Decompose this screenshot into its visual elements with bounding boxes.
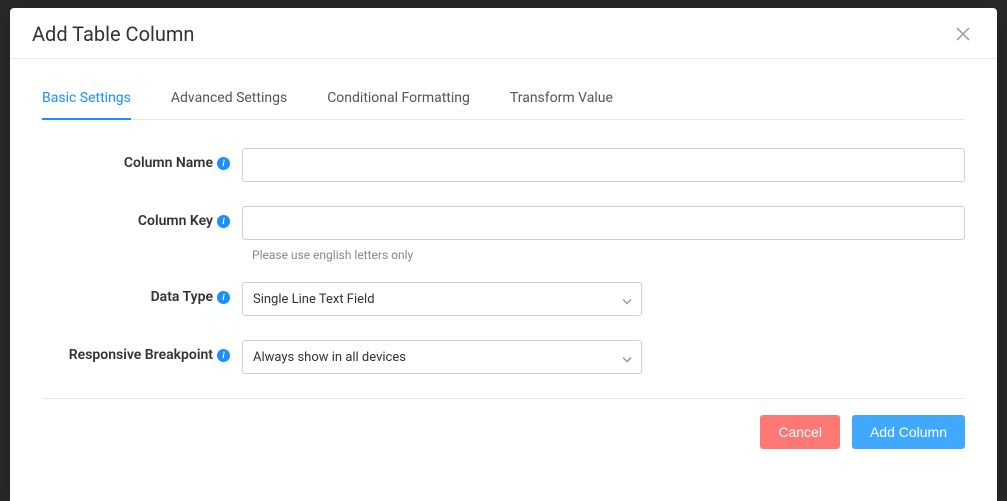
data-type-value: Single Line Text Field: [242, 282, 642, 316]
column-key-hint: Please use english letters only: [242, 248, 965, 262]
tab-basic-settings[interactable]: Basic Settings: [42, 90, 131, 120]
info-icon[interactable]: i: [217, 215, 230, 228]
tab-advanced-settings[interactable]: Advanced Settings: [171, 90, 287, 120]
tab-conditional-formatting[interactable]: Conditional Formatting: [327, 90, 470, 120]
tab-transform-value[interactable]: Transform Value: [510, 90, 613, 120]
close-button[interactable]: [951, 22, 975, 46]
column-key-label: Column Key: [138, 213, 213, 229]
column-name-input[interactable]: [242, 148, 965, 182]
modal-header: Add Table Column: [10, 8, 997, 59]
close-icon: [956, 27, 970, 41]
tabs: Basic Settings Advanced Settings Conditi…: [42, 89, 965, 120]
info-icon[interactable]: i: [217, 349, 230, 362]
add-table-column-modal: Add Table Column Basic Settings Advanced…: [10, 8, 997, 501]
responsive-breakpoint-label: Responsive Breakpoint: [69, 347, 213, 363]
responsive-breakpoint-value: Always show in all devices: [242, 340, 642, 374]
responsive-breakpoint-select[interactable]: Always show in all devices: [242, 340, 642, 374]
cancel-button[interactable]: Cancel: [760, 415, 840, 449]
footer-divider: [42, 398, 965, 399]
add-column-button[interactable]: Add Column: [852, 415, 965, 449]
info-icon[interactable]: i: [217, 157, 230, 170]
row-data-type: Data Type i Single Line Text Field: [42, 282, 965, 316]
row-responsive-breakpoint: Responsive Breakpoint i Always show in a…: [42, 340, 965, 374]
row-column-name: Column Name i: [42, 148, 965, 182]
modal-title: Add Table Column: [32, 22, 194, 46]
info-icon[interactable]: i: [217, 291, 230, 304]
modal-footer: Cancel Add Column: [42, 415, 965, 449]
column-name-label: Column Name: [124, 155, 213, 171]
modal-body: Basic Settings Advanced Settings Conditi…: [10, 59, 997, 501]
column-key-input[interactable]: [242, 206, 965, 240]
data-type-select[interactable]: Single Line Text Field: [242, 282, 642, 316]
row-column-key: Column Key i: [42, 206, 965, 240]
data-type-label: Data Type: [151, 289, 213, 305]
